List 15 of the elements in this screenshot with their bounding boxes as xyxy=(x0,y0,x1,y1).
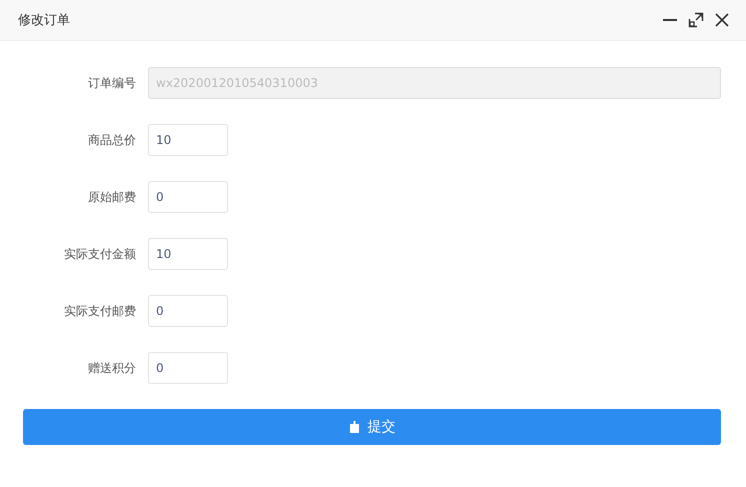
window-title: 修改订单 xyxy=(18,12,70,29)
maximize-icon[interactable] xyxy=(688,12,704,28)
input-field[interactable]: 0 xyxy=(148,352,228,384)
field-label: 赠送积分 xyxy=(87,360,137,376)
field-label: 实际支付金额 xyxy=(63,246,137,262)
field-label: 实际支付邮费 xyxy=(63,302,137,320)
field-label: 原始邮费 xyxy=(87,188,137,206)
input-field[interactable]: 0 xyxy=(148,295,228,327)
close-icon[interactable] xyxy=(714,12,730,28)
input-field[interactable]: 10 xyxy=(148,238,228,270)
input-field[interactable]: 10 xyxy=(148,124,228,156)
bag-icon xyxy=(348,421,360,433)
field-label: 商品总价 xyxy=(87,132,137,148)
input-field[interactable]: 0 xyxy=(148,181,228,213)
field-label: 订单编号 xyxy=(87,74,137,92)
